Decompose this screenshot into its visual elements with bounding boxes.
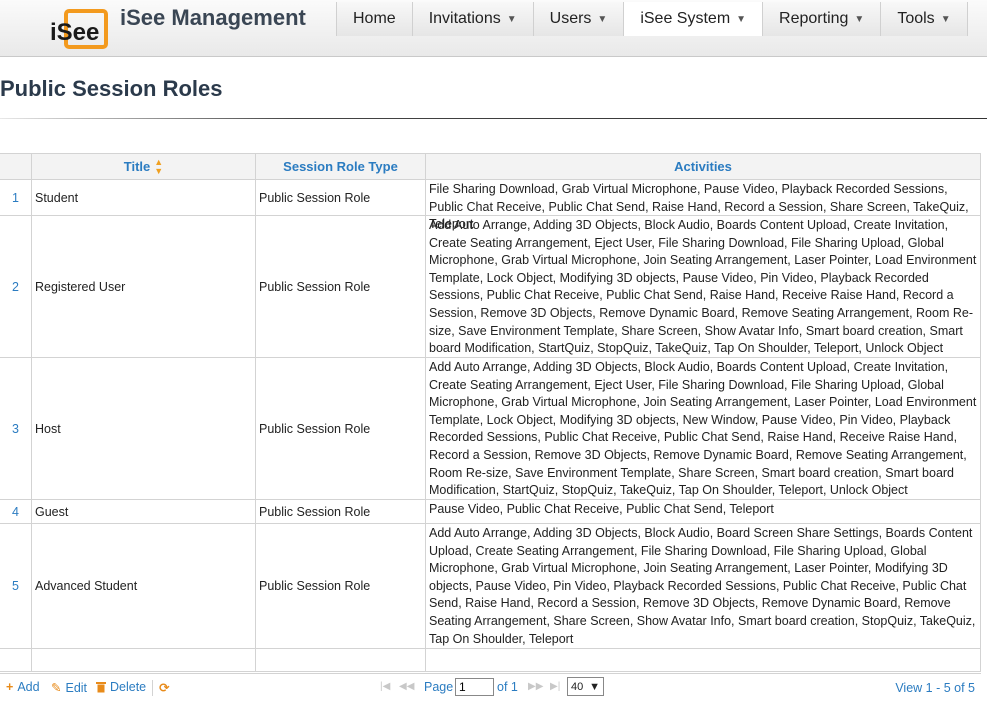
role-type: Public Session Role bbox=[256, 524, 426, 648]
main-nav: Home Invitations ▼ Users ▼ iSee System ▼ Re… bbox=[336, 2, 968, 36]
nav-users[interactable]: Users ▼ bbox=[533, 2, 625, 36]
role-title: Registered User bbox=[32, 216, 256, 357]
trash-icon bbox=[96, 682, 106, 693]
app-title: iSee Management bbox=[120, 5, 306, 30]
header-activities[interactable]: Activities bbox=[426, 154, 980, 179]
table-row[interactable]: 2 Registered User Public Session Role Ad… bbox=[0, 216, 980, 358]
header-title[interactable]: Title ▲ ▼ bbox=[32, 154, 256, 179]
page-label: Page bbox=[424, 680, 454, 694]
refresh-button[interactable]: ⟳ bbox=[159, 680, 173, 695]
table-row[interactable]: 4 Guest Public Session Role Pause Video,… bbox=[0, 500, 980, 524]
empty-cell bbox=[256, 649, 426, 671]
header-type-label: Session Role Type bbox=[283, 159, 398, 174]
role-type: Public Session Role bbox=[256, 216, 426, 357]
edit-button[interactable]: ✎ Edit bbox=[51, 680, 88, 696]
nav-label: Invitations bbox=[428, 10, 501, 27]
page-title: Public Session Roles bbox=[0, 76, 223, 101]
title-divider bbox=[0, 118, 987, 119]
row-number: 1 bbox=[0, 180, 32, 215]
table-row[interactable]: 3 Host Public Session Role Add Auto Arra… bbox=[0, 358, 980, 500]
last-page-icon[interactable]: ▶| bbox=[550, 681, 560, 692]
page-of-label: of 1 bbox=[497, 680, 518, 694]
nav-label: Home bbox=[353, 10, 396, 27]
sort-arrows-icon[interactable]: ▲ ▼ bbox=[154, 157, 163, 176]
role-type: Public Session Role bbox=[256, 500, 426, 523]
role-title: Host bbox=[32, 358, 256, 499]
role-title: Student bbox=[32, 180, 256, 215]
table-row[interactable]: 5 Advanced Student Public Session Role A… bbox=[0, 524, 980, 649]
page-size-value: 40 bbox=[571, 680, 584, 693]
row-number: 4 bbox=[0, 500, 32, 523]
edit-label: Edit bbox=[65, 680, 88, 695]
row-number: 3 bbox=[0, 358, 32, 499]
plus-icon: + bbox=[6, 680, 14, 694]
nav-label: Tools bbox=[897, 10, 935, 27]
header-session-role-type[interactable]: Session Role Type bbox=[256, 154, 426, 179]
refresh-icon: ⟳ bbox=[159, 681, 170, 695]
caret-down-icon: ▼ bbox=[854, 13, 865, 25]
add-label: Add bbox=[17, 680, 40, 694]
next-page-icon[interactable]: ▶▶ bbox=[528, 681, 543, 692]
nav-home[interactable]: Home bbox=[337, 2, 413, 36]
row-number: 2 bbox=[0, 216, 32, 357]
first-page-icon[interactable]: |◀ bbox=[380, 681, 390, 692]
role-activities: Add Auto Arrange, Adding 3D Objects, Blo… bbox=[429, 526, 976, 646]
prev-page-icon[interactable]: ◀◀ bbox=[399, 681, 414, 692]
caret-down-icon: ▼ bbox=[506, 13, 517, 25]
nav-invitations[interactable]: Invitations ▼ bbox=[412, 2, 534, 36]
view-count: View 1 - 5 of 5 bbox=[895, 681, 975, 695]
empty-cell bbox=[426, 649, 980, 671]
role-title: Advanced Student bbox=[32, 524, 256, 648]
isee-logo[interactable]: iSee bbox=[48, 5, 110, 50]
logo-text: iSee bbox=[50, 19, 99, 46]
role-activities: Add Auto Arrange, Adding 3D Objects, Blo… bbox=[429, 218, 977, 356]
delete-button[interactable]: Delete bbox=[96, 680, 146, 694]
roles-grid: Title ▲ ▼ Session Role Type Activities 1 … bbox=[0, 153, 981, 672]
grid-pager: +Add ✎Edit Delete ⟳ |◀ ◀◀ Page of 1 ▶▶ ▶… bbox=[0, 673, 981, 701]
chevron-down-icon: ▼ bbox=[589, 680, 600, 693]
role-activities: Pause Video, Public Chat Receive, Public… bbox=[429, 502, 774, 516]
role-activities: Add Auto Arrange, Adding 3D Objects, Blo… bbox=[429, 360, 977, 498]
top-header: iSee iSee Management Home Invitations ▼ U… bbox=[0, 0, 987, 57]
empty-cell bbox=[32, 649, 256, 671]
delete-label: Delete bbox=[110, 680, 147, 694]
nav-isee-system[interactable]: iSee System ▼ bbox=[624, 2, 764, 36]
caret-down-icon: ▼ bbox=[597, 13, 608, 25]
page-number-input[interactable] bbox=[455, 678, 494, 696]
caret-down-icon: ▼ bbox=[940, 13, 951, 25]
table-row[interactable]: 1 Student Public Session Role File Shari… bbox=[0, 180, 980, 232]
role-type: Public Session Role bbox=[256, 358, 426, 499]
pencil-icon: ✎ bbox=[51, 681, 62, 695]
caret-down-icon: ▼ bbox=[736, 13, 747, 25]
empty-row bbox=[0, 649, 980, 671]
nav-label: Users bbox=[549, 10, 592, 27]
role-title: Guest bbox=[32, 500, 256, 523]
page-size-select[interactable]: 40 ▼ bbox=[567, 677, 604, 696]
row-number: 5 bbox=[0, 524, 32, 648]
nav-tools[interactable]: Tools ▼ bbox=[881, 2, 968, 36]
add-button[interactable]: + Add bbox=[6, 680, 40, 694]
role-activities: File Sharing Download, Grab Virtual Micr… bbox=[429, 182, 969, 232]
nav-label: Reporting bbox=[779, 10, 849, 27]
nav-label: iSee System bbox=[640, 10, 731, 27]
pager-separator bbox=[152, 680, 153, 696]
nav-reporting[interactable]: Reporting ▼ bbox=[763, 2, 882, 36]
grid-header: Title ▲ ▼ Session Role Type Activities bbox=[0, 154, 980, 180]
header-activities-label: Activities bbox=[674, 159, 732, 174]
header-title-label: Title bbox=[123, 159, 151, 174]
header-row-number bbox=[0, 154, 32, 179]
empty-cell bbox=[0, 649, 32, 671]
role-type: Public Session Role bbox=[256, 180, 426, 215]
